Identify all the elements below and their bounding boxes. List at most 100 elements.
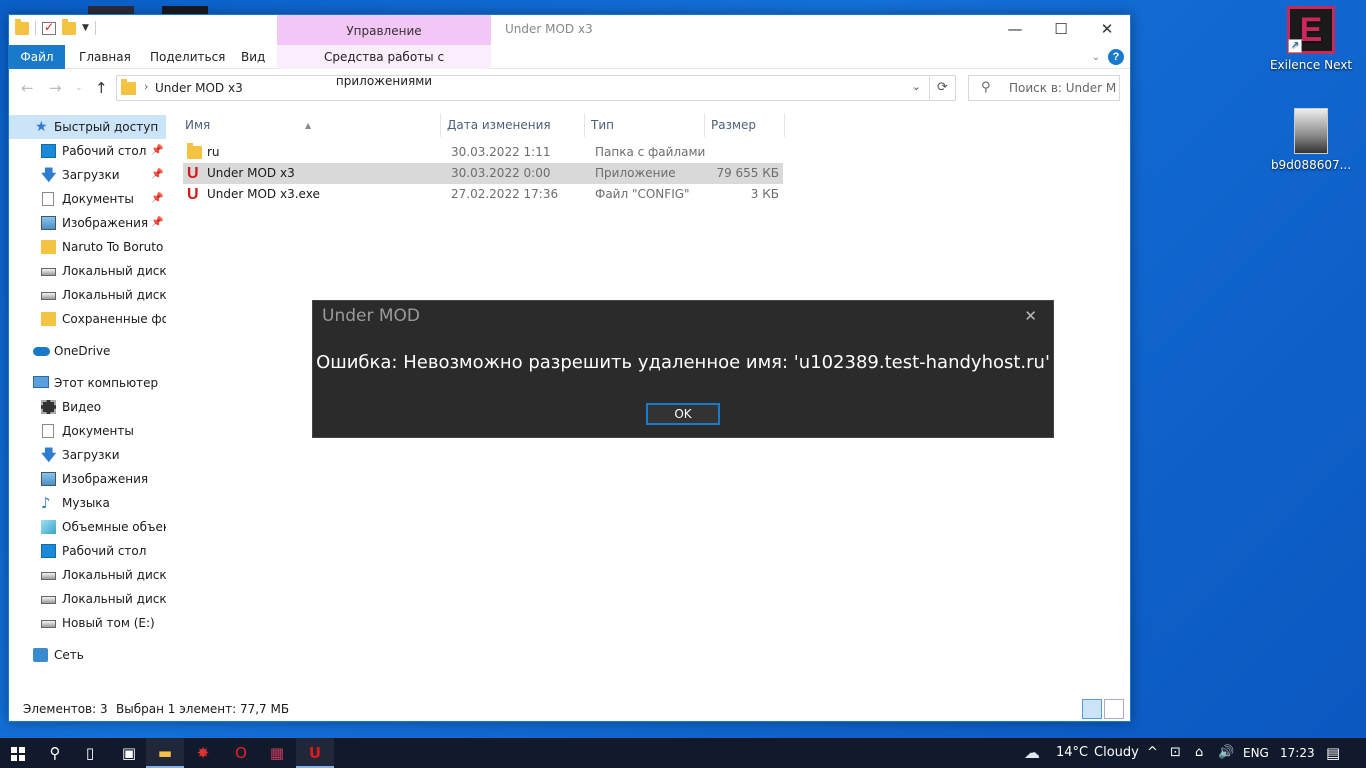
sidebar-item-pc-desktop[interactable]: Рабочий стол [9, 539, 166, 563]
address-dropdown-icon[interactable]: ⌄ [912, 80, 921, 93]
sidebar-item-documents[interactable]: Документы 📌 [9, 187, 166, 211]
sidebar-item-onedrive[interactable]: OneDrive [9, 339, 166, 363]
sidebar-item-network[interactable]: Сеть [9, 643, 166, 667]
archive-app-icon[interactable]: ▦ [258, 738, 296, 768]
tab-home[interactable]: Главная [65, 45, 145, 69]
column-header-size[interactable]: Размер [705, 113, 785, 137]
search-taskbar-icon[interactable]: ⚲ [36, 738, 74, 768]
sidebar-item-pc-downloads[interactable]: 🡇 Загрузки [9, 443, 166, 467]
sidebar-item-desktop[interactable]: Рабочий стол 📌 [9, 139, 166, 163]
sidebar-item-this-pc[interactable]: Этот компьютер [9, 371, 166, 395]
desktop-icon-exilence[interactable]: ↗ Exilence Next [1269, 6, 1353, 72]
divider [35, 21, 36, 35]
photos-app-icon[interactable]: ▣ [110, 738, 148, 768]
music-icon: ♪ [41, 494, 51, 512]
documents-icon [42, 192, 54, 206]
under-mod-taskbar-icon[interactable]: U [296, 738, 334, 768]
folder-icon [15, 18, 29, 35]
back-arrow-icon[interactable]: ← [21, 79, 34, 97]
table-row[interactable]: ru 30.03.2022 1:11 Папка с файлами [183, 142, 783, 163]
show-hidden-icons-chevron-icon[interactable]: ^ [1147, 738, 1158, 768]
desktop-icon-label: b9d088607... [1270, 158, 1352, 172]
table-row[interactable]: U Under MOD x3.exe 27.02.2022 17:36 Файл… [183, 184, 783, 205]
notifications-icon[interactable]: ▤ [1326, 738, 1340, 768]
sidebar-item-3d-objects[interactable]: Объемные объекты [9, 515, 166, 539]
status-bar: Элементов: 3 Выбран 1 элемент: 77,7 МБ [9, 697, 1130, 721]
close-button[interactable]: ✕ [1084, 15, 1130, 45]
weather-cloud-icon[interactable]: ☁ [1024, 738, 1040, 768]
tab-view[interactable]: Вид [227, 45, 279, 69]
new-folder-icon[interactable] [62, 18, 76, 35]
sidebar-item-naruto[interactable]: Naruto To Boruto [9, 235, 166, 259]
pin-icon[interactable]: 📌 [151, 163, 163, 187]
minimize-button[interactable]: — [992, 15, 1038, 45]
tab-file[interactable]: Файл [9, 45, 65, 69]
sidebar-item-pc-documents[interactable]: Документы [9, 419, 166, 443]
details-view-button[interactable] [1082, 699, 1102, 719]
tab-share[interactable]: Поделиться [136, 45, 239, 69]
ok-button[interactable]: OK [646, 403, 720, 425]
desktop-icon-image[interactable]: b9d088607... [1269, 108, 1353, 172]
breadcrumb-chevron-icon[interactable]: › [144, 80, 148, 93]
tab-app-tools[interactable]: Средства работы с приложениями [277, 45, 491, 88]
large-icons-view-button[interactable] [1104, 699, 1124, 719]
column-header-date[interactable]: Дата изменения [441, 113, 585, 137]
sidebar-item-drive-c[interactable]: Локальный диск (C [9, 259, 166, 283]
pictures-icon [41, 472, 56, 486]
search-box[interactable]: ⚲ Поиск в: Under M... [968, 75, 1120, 101]
pin-icon[interactable]: 📌 [151, 187, 163, 211]
file-explorer-icon[interactable]: ▬ [146, 738, 184, 768]
sidebar-item-drive-d[interactable]: Локальный диск (D [9, 283, 166, 307]
ribbon-tabs: Файл Главная Поделиться Вид Средства раб… [9, 45, 1130, 88]
language-indicator[interactable]: ENG [1243, 738, 1269, 768]
opera-browser-icon[interactable]: O [222, 738, 260, 768]
expand-ribbon-icon[interactable]: ⌄ [1092, 52, 1100, 63]
folder-icon [41, 312, 56, 326]
sidebar-item-pictures[interactable]: Изображения 📌 [9, 211, 166, 235]
sidebar-item-video[interactable]: Видео [9, 395, 166, 419]
pin-icon[interactable]: 📌 [151, 211, 163, 235]
forward-arrow-icon[interactable]: → [49, 79, 62, 97]
help-icon[interactable]: ? [1108, 49, 1124, 65]
customize-toolbar-icon[interactable]: ▼ [82, 23, 89, 33]
pictures-icon [41, 216, 56, 230]
pin-icon[interactable]: 📌 [151, 139, 163, 163]
weather-condition[interactable]: Cloudy [1094, 738, 1139, 768]
sidebar-item-music[interactable]: ♪ Музыка [9, 491, 166, 515]
task-view-icon[interactable]: ▯ [71, 738, 109, 768]
3d-objects-icon [41, 520, 56, 534]
sidebar-item-pc-drive-c[interactable]: Локальный диск (C [9, 563, 166, 587]
desktop-icon-label: Exilence Next [1269, 58, 1353, 72]
umbrella-app-icon[interactable]: ✸ [184, 738, 222, 768]
start-button[interactable] [0, 738, 36, 768]
up-arrow-icon[interactable]: ↑ [95, 79, 108, 97]
sidebar-item-pc-drive-d[interactable]: Локальный диск (D [9, 587, 166, 611]
clock[interactable]: 17:23 [1280, 738, 1315, 768]
folder-icon [41, 240, 56, 254]
properties-icon[interactable] [42, 20, 56, 35]
sidebar-item-pc-pictures[interactable]: Изображения [9, 467, 166, 491]
sidebar-item-drive-e[interactable]: Новый том (E:) [9, 611, 166, 635]
breadcrumb[interactable]: Under MOD x3 [155, 81, 243, 95]
refresh-icon[interactable]: ⟳ [929, 76, 955, 100]
weather-temperature[interactable]: 14°C [1056, 738, 1088, 768]
security-icon[interactable]: ⊡ [1170, 738, 1181, 768]
dialog-close-icon[interactable]: ✕ [1024, 307, 1037, 325]
maximize-button[interactable]: ☐ [1038, 15, 1084, 45]
column-header-name[interactable]: Имя ▲ [179, 113, 441, 137]
column-header-type[interactable]: Тип [585, 113, 705, 137]
folder-icon [187, 143, 202, 159]
table-row[interactable]: U Under MOD x3 30.03.2022 0:00 Приложени… [183, 163, 783, 184]
volume-icon[interactable]: 🔊 [1218, 738, 1234, 768]
sidebar-item-saved-photos[interactable]: Сохраненные фото [9, 307, 166, 331]
item-count: Элементов: 3 [23, 702, 108, 716]
sidebar-item-downloads[interactable]: 🡇 Загрузки 📌 [9, 163, 166, 187]
video-icon [41, 400, 56, 414]
manage-tab[interactable]: Управление [277, 15, 491, 45]
sidebar-item-quick-access[interactable]: ★ Быстрый доступ [9, 115, 166, 139]
search-input[interactable]: Поиск в: Under M... [1009, 81, 1117, 95]
recent-locations-icon[interactable]: ⌄ [75, 83, 83, 93]
address-bar[interactable]: › Under MOD x3 ⌄ ⟳ [116, 75, 956, 101]
shortcut-arrow-icon: ↗ [1288, 39, 1302, 53]
network-tray-icon[interactable]: ⌂ [1195, 738, 1203, 768]
